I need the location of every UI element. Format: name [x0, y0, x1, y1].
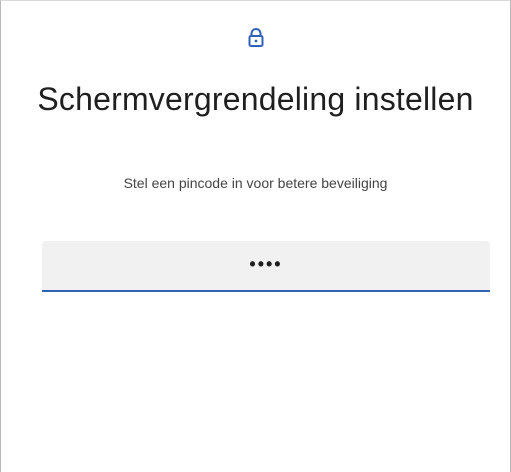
pin-input[interactable]: •••• — [42, 241, 490, 292]
lock-icon — [244, 26, 268, 50]
page-subtitle: Stel een pincode in voor betere beveilig… — [123, 175, 388, 191]
pin-masked-value: •••• — [249, 253, 283, 274]
lock-screen-setup-screen: Schermvergrendeling instellen Stel een p… — [0, 0, 511, 472]
page-title: Schermvergrendeling instellen — [37, 81, 474, 117]
lock-icon-container — [1, 23, 510, 53]
